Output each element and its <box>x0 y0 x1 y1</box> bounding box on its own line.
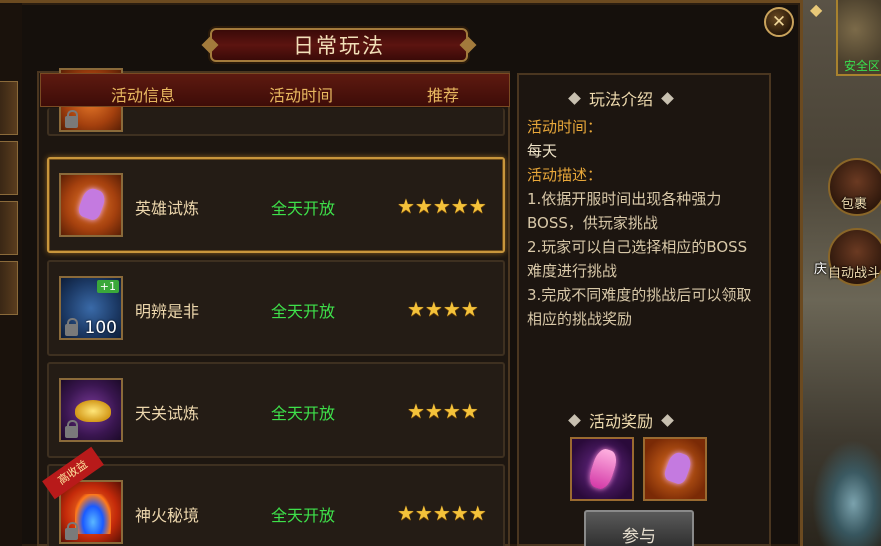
left-tab-2[interactable] <box>0 141 18 195</box>
blue-scroll-icon: +1 100 <box>59 276 123 340</box>
list-item[interactable]: 高收益 神火秘境 全天开放 ★★★★★ <box>42 446 505 546</box>
close-icon[interactable]: ✕ <box>764 7 794 37</box>
reward-pink-crystal-icon[interactable] <box>570 437 634 501</box>
desc-label: 活动描述： <box>527 166 603 184</box>
list-item[interactable]: +1 100 明辨是非 全天开放 ★★★★ <box>47 260 505 356</box>
ingot-shape <box>75 400 111 422</box>
left-tab-3[interactable] <box>0 201 18 255</box>
activity-time: 全天开放 <box>271 404 336 423</box>
lock-icon <box>65 318 78 336</box>
ground-effect <box>812 440 881 546</box>
col-activity-info: 活动信息 <box>111 86 176 105</box>
recommend-stars: ★★★★★ <box>397 501 487 525</box>
join-button[interactable]: 参与 <box>584 510 694 546</box>
gold-ingot-icon <box>59 378 123 442</box>
time-value: 每天 <box>527 142 558 160</box>
diamond-icon <box>568 413 581 427</box>
recommend-stars: ★★★★ <box>407 297 479 321</box>
activity-time: 全天开放 <box>271 506 336 525</box>
activity-time: 全天开放 <box>271 199 336 218</box>
col-recommend: 推荐 <box>427 86 460 105</box>
item-count: 100 <box>84 318 117 338</box>
auto-battle-label: 自动战斗 <box>828 266 881 281</box>
lock-icon <box>65 522 78 540</box>
plus-badge: +1 <box>96 280 119 293</box>
bag-label: 包裹 <box>841 197 868 212</box>
lock-icon <box>65 420 78 438</box>
pink-gem-shape <box>586 446 620 492</box>
recommend-stars: ★★★★ <box>407 399 479 423</box>
activity-name: 明辨是非 <box>135 302 200 321</box>
desc-line-3: 3.完成不同难度的挑战后可以领取相应的挑战奖励 <box>527 286 752 328</box>
diamond-icon <box>661 413 674 427</box>
reward-purple-crystal-icon[interactable] <box>643 437 707 501</box>
window-title-plate: 日常玩法 <box>210 28 468 62</box>
diamond-icon <box>568 91 581 105</box>
gem-shape <box>662 450 694 486</box>
desc-line-2: 2.玩家可以自己选择相应的BOSS难度进行挑战 <box>527 238 748 280</box>
reward-title: 活动奖励 <box>568 408 674 432</box>
activity-time: 全天开放 <box>271 302 336 321</box>
left-tab-4[interactable] <box>0 261 18 315</box>
list-item-partial[interactable] <box>47 68 505 136</box>
gem-shape <box>76 186 108 222</box>
purple-crystal-icon <box>59 173 123 237</box>
recommend-stars: ★★★★★ <box>397 194 487 218</box>
minimap-zone-label: 安全区 <box>844 59 881 73</box>
side-text: 庆 <box>814 262 828 277</box>
blue-fire-icon <box>59 480 123 544</box>
intro-title-text: 玩法介绍 <box>589 90 654 109</box>
reward-title-text: 活动奖励 <box>589 412 654 431</box>
left-tab-1[interactable] <box>0 81 18 135</box>
activity-name: 神火秘境 <box>135 506 200 525</box>
list-item[interactable]: 英雄试炼 全天开放 ★★★★★ <box>47 157 505 253</box>
map-pin-icon: ◆ <box>810 0 823 19</box>
activity-name: 天关试炼 <box>135 404 200 423</box>
time-label: 活动时间： <box>527 118 603 136</box>
intro-title: 玩法介绍 <box>568 86 674 110</box>
window-title: 日常玩法 <box>293 34 385 58</box>
diamond-icon <box>661 91 674 105</box>
list-item[interactable]: 天关试炼 全天开放 ★★★★ <box>47 362 505 458</box>
desc-line-1: 1.依据开服时间出现各种强力BOSS，供玩家挑战 <box>527 190 722 232</box>
lock-icon <box>65 110 78 128</box>
list-header: 活动信息 活动时间 推荐 <box>40 73 510 107</box>
activity-name: 英雄试炼 <box>135 199 200 218</box>
col-activity-time: 活动时间 <box>269 86 334 105</box>
fire-shape <box>75 494 111 534</box>
